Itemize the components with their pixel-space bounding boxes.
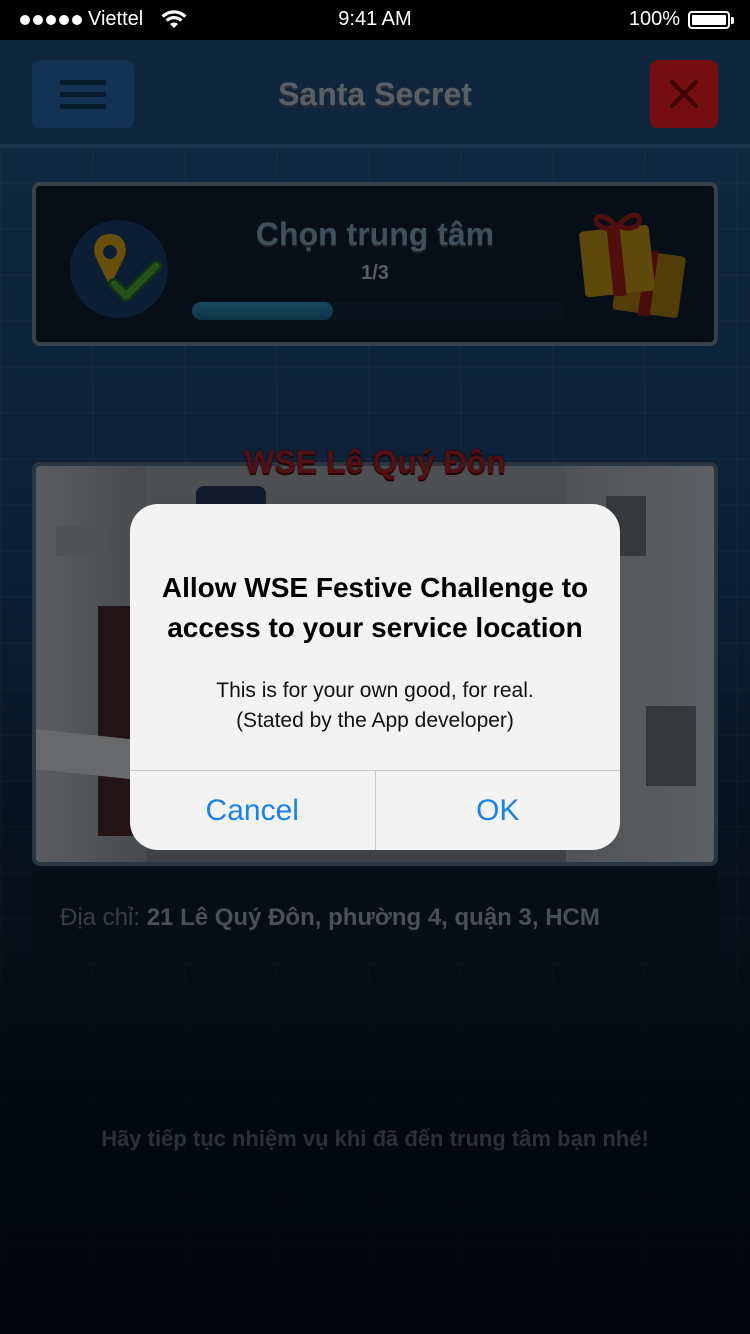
status-bar: Viettel 9:41 AM 100%: [0, 0, 750, 40]
alert-title-line-2: access to your service location: [167, 612, 583, 643]
alert-message: This is for your own good, for real. (St…: [150, 676, 600, 736]
alert-message-line-1: This is for your own good, for real.: [216, 679, 534, 702]
ok-button[interactable]: OK: [374, 771, 621, 850]
battery-icon: [688, 10, 734, 29]
alert-actions: Cancel OK: [130, 770, 620, 850]
battery-info: 100%: [628, 8, 734, 31]
alert-message-line-2: (Stated by the App developer): [236, 709, 514, 732]
location-permission-alert: Allow WSE Festive Challenge to access to…: [130, 504, 620, 850]
cancel-button[interactable]: Cancel: [130, 771, 375, 850]
alert-title: Allow WSE Festive Challenge to access to…: [150, 568, 600, 648]
alert-title-line-1: Allow WSE Festive Challenge to: [161, 572, 589, 603]
battery-percent: 100%: [628, 8, 680, 30]
